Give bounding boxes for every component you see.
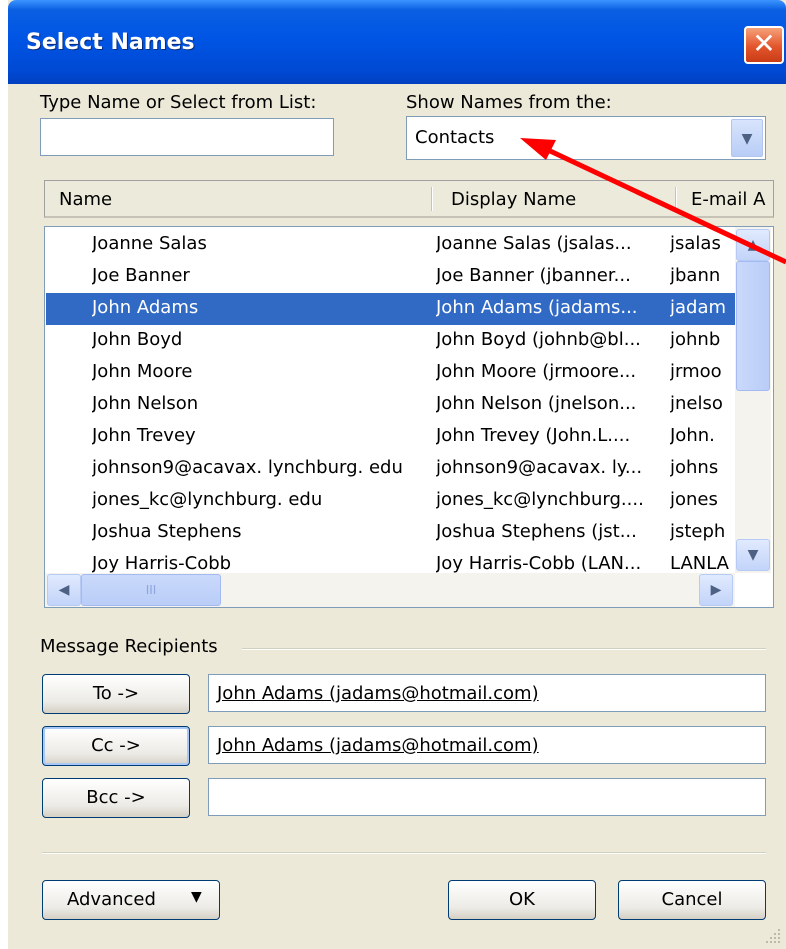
chevron-down-icon[interactable]: ▼ bbox=[731, 119, 763, 157]
resize-grip-icon[interactable] bbox=[764, 927, 782, 945]
address-book-select[interactable]: Contacts ▼ bbox=[406, 116, 766, 160]
contact-email: John. bbox=[670, 425, 715, 446]
ok-button[interactable]: OK bbox=[448, 880, 596, 920]
advanced-label: Advanced bbox=[67, 889, 156, 910]
list-item[interactable]: Joanne Salas Joanne Salas (jsalas... jsa… bbox=[46, 229, 736, 261]
search-input[interactable] bbox=[40, 118, 334, 156]
cc-field-value: John Adams (jadams@hotmail.com) bbox=[217, 735, 539, 756]
dialog-title: Select Names bbox=[26, 30, 195, 55]
contact-display-name: Joshua Stephens (jst... bbox=[436, 521, 637, 542]
select-names-dialog: Select Names ✕ Type Name or Select from … bbox=[8, 0, 786, 949]
column-divider[interactable] bbox=[675, 187, 677, 211]
contact-display-name: Joanne Salas (jsalas... bbox=[436, 233, 632, 254]
contact-email: johns bbox=[670, 457, 719, 478]
contact-email: jsteph bbox=[670, 521, 726, 542]
cancel-button[interactable]: Cancel bbox=[618, 880, 766, 920]
contact-display-name: johnson9@acavax. ly... bbox=[436, 457, 643, 478]
cc-field[interactable]: John Adams (jadams@hotmail.com) bbox=[208, 726, 766, 764]
horizontal-scroll-thumb[interactable]: III bbox=[81, 574, 221, 606]
contact-display-name: John Trevey (John.L.... bbox=[436, 425, 631, 446]
list-item[interactable]: Joe Banner Joe Banner (jbanner... jbann bbox=[46, 261, 736, 293]
contact-name: Joanne Salas bbox=[92, 233, 207, 254]
close-button[interactable]: ✕ bbox=[744, 26, 784, 64]
title-bar: Select Names ✕ bbox=[8, 0, 786, 84]
list-item[interactable]: John Nelson John Nelson (jnelson... jnel… bbox=[46, 389, 736, 421]
contact-display-name: John Nelson (jnelson... bbox=[436, 393, 637, 414]
list-item[interactable]: jones_kc@lynchburg. edu jones_kc@lynchbu… bbox=[46, 485, 736, 517]
to-button[interactable]: To -> bbox=[42, 674, 190, 714]
list-item-selected[interactable]: John Adams John Adams (jadams... jadam bbox=[46, 293, 736, 325]
scroll-right-icon[interactable]: ▶ bbox=[699, 574, 733, 606]
search-label: Type Name or Select from List: bbox=[40, 92, 317, 113]
contact-email: jbann bbox=[670, 265, 721, 286]
contact-display-name: John Boyd (johnb@bl... bbox=[436, 329, 641, 350]
vertical-scrollbar[interactable]: ▲ ▼ bbox=[735, 227, 771, 573]
contact-display-name: Joy Harris-Cobb (LAN... bbox=[436, 553, 642, 574]
contact-email: johnb bbox=[670, 329, 721, 350]
list-item[interactable]: Joshua Stephens Joshua Stephens (jst... … bbox=[46, 517, 736, 549]
contact-name: John Moore bbox=[92, 361, 193, 382]
chevron-down-icon: ▼ bbox=[191, 889, 202, 905]
list-item[interactable]: John Boyd John Boyd (johnb@bl... johnb bbox=[46, 325, 736, 357]
column-header-display-name[interactable]: Display Name bbox=[451, 189, 576, 210]
recipients-group-label: Message Recipients bbox=[40, 636, 218, 657]
close-icon: ✕ bbox=[752, 27, 776, 60]
advanced-button[interactable]: Advanced ▼ bbox=[42, 880, 220, 920]
scroll-down-icon[interactable]: ▼ bbox=[736, 539, 770, 571]
list-header: Name Display Name E-mail A bbox=[44, 180, 774, 218]
contact-display-name: jones_kc@lynchburg.... bbox=[436, 489, 644, 510]
contact-email: jrmoo bbox=[670, 361, 722, 382]
column-divider[interactable] bbox=[431, 187, 433, 211]
list-item[interactable]: johnson9@acavax. lynchburg. edu johnson9… bbox=[46, 453, 736, 485]
bcc-button[interactable]: Bcc -> bbox=[42, 778, 190, 818]
group-divider bbox=[242, 648, 766, 650]
bcc-field[interactable] bbox=[208, 778, 766, 816]
contact-display-name: John Moore (jrmoore... bbox=[436, 361, 637, 382]
to-field-value: John Adams (jadams@hotmail.com) bbox=[217, 683, 539, 704]
scroll-up-icon[interactable]: ▲ bbox=[736, 229, 770, 261]
contact-name: Joshua Stephens bbox=[92, 521, 242, 542]
contact-email: jones bbox=[670, 489, 718, 510]
contact-name: John Boyd bbox=[92, 329, 183, 350]
contact-email: jadam bbox=[670, 297, 727, 318]
contact-display-name: Joe Banner (jbanner... bbox=[436, 265, 631, 286]
contact-display-name: John Adams (jadams... bbox=[436, 297, 638, 318]
contact-name: John Trevey bbox=[92, 425, 196, 446]
contact-name: jones_kc@lynchburg. edu bbox=[92, 489, 323, 510]
vertical-scroll-thumb[interactable] bbox=[736, 261, 770, 391]
cc-button[interactable]: Cc -> bbox=[42, 726, 190, 766]
column-header-email[interactable]: E-mail A bbox=[691, 189, 765, 210]
contact-name: John Nelson bbox=[92, 393, 199, 414]
contact-email: LANLA bbox=[670, 553, 729, 574]
contact-name: John Adams bbox=[92, 297, 199, 318]
contact-name: johnson9@acavax. lynchburg. edu bbox=[92, 457, 403, 478]
contact-email: jnelso bbox=[670, 393, 723, 414]
contacts-list[interactable]: Joanne Salas Joanne Salas (jsalas... jsa… bbox=[44, 226, 774, 608]
to-field[interactable]: John Adams (jadams@hotmail.com) bbox=[208, 674, 766, 712]
contact-name: Joe Banner bbox=[92, 265, 190, 286]
list-item[interactable]: John Trevey John Trevey (John.L.... John… bbox=[46, 421, 736, 453]
footer-divider bbox=[42, 852, 766, 854]
address-book-label: Show Names from the: bbox=[406, 92, 612, 113]
address-book-selected: Contacts bbox=[415, 127, 495, 148]
horizontal-scrollbar[interactable]: ◀ III ▶ bbox=[45, 573, 735, 607]
contact-name: Joy Harris-Cobb bbox=[92, 553, 232, 574]
contact-email: jsalas bbox=[670, 233, 721, 254]
column-header-name[interactable]: Name bbox=[59, 189, 112, 210]
list-item[interactable]: John Moore John Moore (jrmoore... jrmoo bbox=[46, 357, 736, 389]
scroll-left-icon[interactable]: ◀ bbox=[47, 574, 81, 606]
